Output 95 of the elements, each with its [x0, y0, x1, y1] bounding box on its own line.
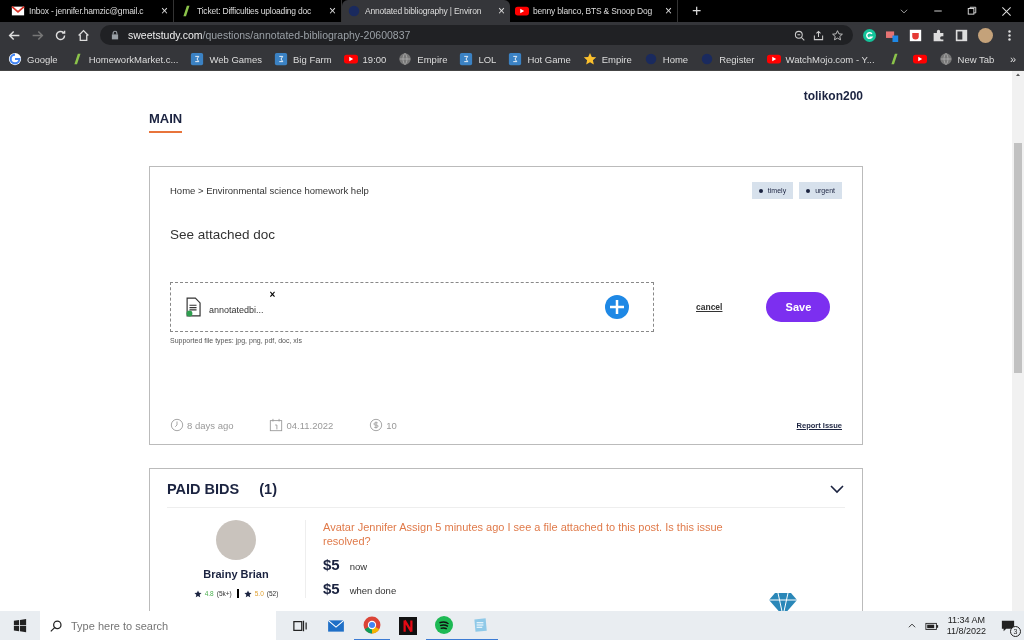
circle-icon — [700, 52, 715, 66]
search-icon — [50, 619, 63, 633]
meta-text: 10 — [386, 419, 397, 431]
square-icon — [508, 52, 523, 66]
avatar — [216, 520, 256, 560]
file-name: annotatedbi... — [209, 305, 264, 315]
new-tab-button[interactable]: + — [686, 1, 708, 21]
star-icon — [243, 589, 252, 598]
bookmark[interactable]: Register — [700, 52, 755, 66]
letter-n-icon — [399, 617, 417, 635]
bookmark[interactable]: New Tab — [938, 52, 995, 66]
star-icon — [582, 52, 597, 66]
bid-count: (1) — [259, 481, 277, 497]
dollar-coin-icon — [369, 418, 384, 432]
bookmark[interactable]: WatchMojo.com - Y... — [766, 52, 875, 66]
play-icon — [912, 52, 927, 66]
close-tab-button[interactable]: × — [161, 4, 168, 18]
add-icon[interactable] — [605, 295, 629, 319]
envelope-icon — [11, 4, 25, 18]
play-icon — [515, 4, 529, 18]
clock-icon — [170, 418, 184, 432]
bookmark[interactable]: Empire — [582, 52, 632, 66]
windows-logo-icon — [13, 619, 27, 633]
close-tab-button[interactable]: × — [329, 4, 336, 18]
meta-text: 04.11.2022 — [286, 419, 334, 431]
browser-tab[interactable]: Annotated bibliography | Environ × — [342, 0, 510, 22]
sidebar-icon — [955, 28, 968, 42]
share-icon — [813, 29, 824, 41]
caret-up-icon — [906, 621, 917, 631]
camera-badge-icon — [886, 28, 899, 42]
address-bar[interactable]: sweetstudy.com/questions/annotated-bibliography-20600837 — [100, 25, 853, 45]
circle-icon — [347, 4, 361, 18]
file-drop-zone[interactable]: annotatedbi... × — [170, 282, 654, 332]
star-icon — [193, 589, 202, 598]
bookmark[interactable]: LOL — [459, 52, 497, 66]
username: tolikon200 — [802, 88, 863, 103]
star-outline-icon — [832, 29, 843, 41]
price: $5 — [323, 579, 340, 597]
play-icon — [766, 52, 781, 66]
calendar-icon — [269, 418, 284, 432]
bookmark[interactable]: Big Farm — [274, 52, 332, 66]
cancel-link[interactable]: cancel — [696, 302, 723, 312]
bookmark[interactable]: Google — [8, 52, 58, 66]
bidder-name[interactable]: Brainy Brian — [203, 568, 269, 580]
clock-time: 11:34 AM — [946, 615, 986, 626]
square-icon — [190, 52, 205, 66]
bookmark[interactable]: Web Games — [190, 52, 262, 66]
bookmark[interactable]: Home — [643, 52, 689, 66]
play-icon — [343, 52, 358, 66]
forward-arrow-icon — [31, 28, 44, 42]
price-label: now — [349, 560, 368, 572]
bookmark[interactable]: Hot Game — [508, 52, 571, 66]
reload-icon — [54, 28, 67, 42]
globe-icon — [398, 52, 413, 66]
bookmark[interactable]: HomeworkMarket.c... — [69, 52, 179, 66]
section-title: MAIN — [149, 111, 183, 133]
meta-text: 8 days ago — [187, 419, 234, 431]
square-icon — [274, 52, 288, 66]
notepad-icon — [471, 616, 489, 634]
home-icon — [77, 28, 90, 42]
scrollbar-thumb[interactable] — [1014, 143, 1022, 373]
envelope-icon — [327, 617, 345, 635]
price: $5 — [323, 555, 340, 573]
back-arrow-icon — [8, 28, 21, 42]
globe-icon — [938, 52, 953, 66]
puzzle-icon — [932, 28, 945, 42]
browser-icon — [363, 616, 381, 634]
remove-file-button[interactable]: × — [269, 289, 276, 300]
document-check-icon — [183, 297, 203, 317]
breadcrumb[interactable]: Home > Environmental science homework help — [170, 185, 369, 196]
panel-title: PAID BIDS — [167, 481, 240, 497]
restore-icon — [967, 6, 977, 16]
close-tab-button[interactable]: × — [665, 4, 672, 18]
letter-g-icon — [8, 52, 22, 66]
lock-icon — [110, 30, 120, 40]
clock-date: 11/8/2022 — [946, 626, 986, 637]
question-text: See attached doc — [170, 227, 277, 242]
more-bookmarks-button[interactable]: » — [1009, 53, 1016, 65]
close-icon — [1001, 5, 1012, 17]
bookmark[interactable]: 19:00 — [343, 52, 387, 66]
square-icon — [459, 52, 474, 66]
bookmark[interactable]: Empire — [398, 52, 448, 66]
task-view-icon — [293, 619, 307, 633]
zoom-out-icon — [794, 29, 805, 41]
pocket-icon — [909, 28, 922, 42]
close-tab-button[interactable]: × — [498, 4, 505, 18]
taskbar-search-box[interactable]: Type here to search — [40, 611, 276, 640]
chevron-down-icon — [899, 6, 909, 16]
save-button[interactable]: Save — [766, 292, 831, 322]
circle-icon — [643, 52, 658, 66]
profile-avatar-icon — [978, 27, 993, 43]
bid-comment: Avatar Jennifer Assign 5 minutes ago I see a file attached to this post. Is this issue resolved? — [323, 520, 723, 549]
price-label: when done — [349, 584, 397, 596]
letter-g-icon — [863, 28, 876, 42]
sound-waves-icon — [435, 616, 453, 634]
